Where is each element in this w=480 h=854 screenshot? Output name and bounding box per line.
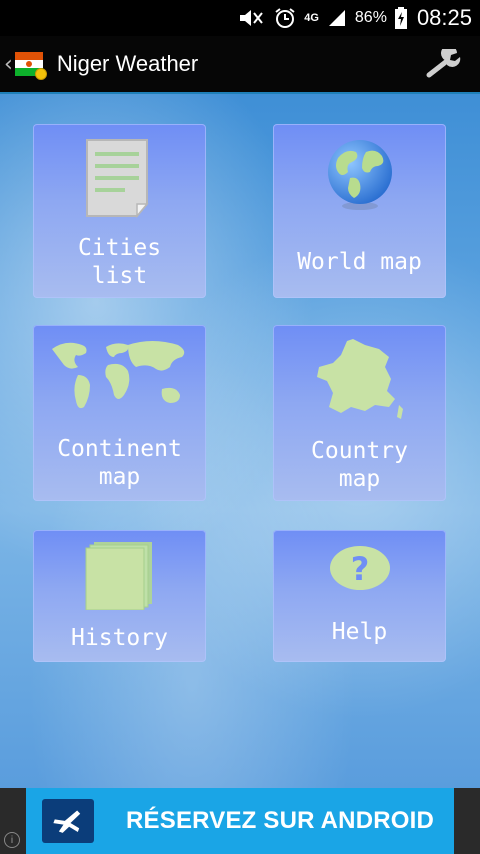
cities-list-tile[interactable]: Cities list bbox=[33, 124, 206, 298]
ad-text: RÉSERVEZ SUR ANDROID bbox=[126, 807, 435, 834]
globe-icon bbox=[320, 134, 400, 214]
help-icon: ? bbox=[328, 544, 392, 592]
tile-label: Help bbox=[331, 619, 388, 645]
world-map-tile[interactable]: World map bbox=[273, 124, 446, 298]
history-tile[interactable]: History bbox=[33, 530, 206, 662]
continent-map-tile[interactable]: Continent map bbox=[33, 325, 206, 501]
country-map-icon bbox=[313, 335, 407, 425]
app-title: Niger Weather bbox=[56, 51, 199, 76]
settings-button[interactable] bbox=[424, 48, 464, 80]
main-content: Cities list World map Continent map Coun… bbox=[0, 94, 480, 788]
tile-label: Country map bbox=[311, 438, 408, 492]
ad-info-icon[interactable]: i bbox=[4, 832, 20, 848]
world-map-icon bbox=[42, 335, 198, 421]
tile-label: World map bbox=[297, 249, 422, 275]
wrench-icon bbox=[426, 49, 461, 78]
niger-flag-icon[interactable] bbox=[14, 52, 47, 80]
country-map-tile[interactable]: Country map bbox=[273, 325, 446, 501]
badge-dot-icon bbox=[34, 68, 47, 80]
battery-percent: 86% bbox=[354, 9, 387, 26]
signal-strength-icon bbox=[327, 8, 347, 28]
document-icon bbox=[83, 136, 157, 220]
mute-icon bbox=[238, 8, 266, 28]
ad-content[interactable]: RÉSERVEZ SUR ANDROID bbox=[26, 788, 454, 854]
action-bar: ‹ Niger Weather bbox=[0, 36, 480, 94]
battery-charging-icon bbox=[394, 7, 407, 29]
help-tile[interactable]: ? Help bbox=[273, 530, 446, 662]
network-type-label: 4G bbox=[304, 12, 319, 24]
clock-time: 08:25 bbox=[416, 5, 472, 30]
tile-label: Cities list bbox=[77, 235, 162, 289]
back-chevron-icon[interactable]: ‹ bbox=[4, 52, 13, 77]
alarm-clock-icon bbox=[274, 7, 296, 29]
svg-text:?: ? bbox=[350, 550, 369, 588]
stack-icon bbox=[84, 542, 156, 610]
status-bar: 4G 86% 08:25 bbox=[0, 0, 480, 36]
tile-label: History bbox=[71, 625, 168, 651]
airplane-icon bbox=[42, 799, 94, 843]
ad-banner[interactable]: RÉSERVEZ SUR ANDROID i bbox=[0, 788, 480, 854]
tile-label: Continent map bbox=[57, 436, 182, 490]
